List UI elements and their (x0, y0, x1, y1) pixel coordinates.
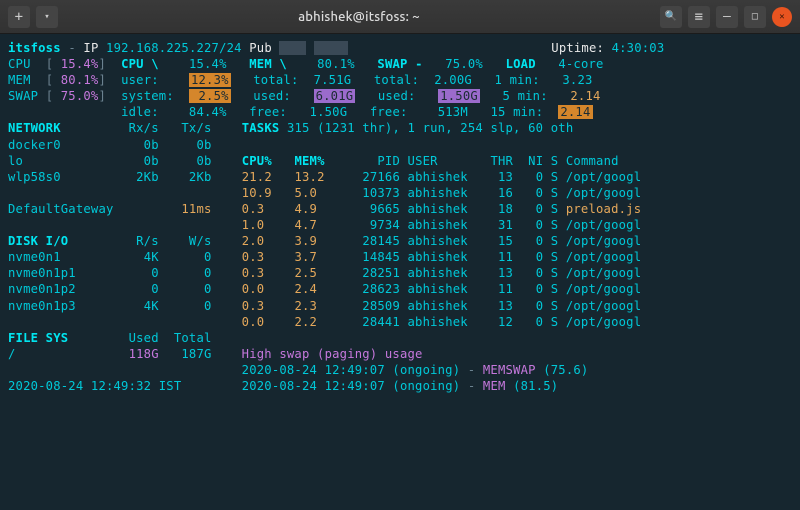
terminal-area[interactable]: itsfoss - IP 192.168.225.227/24 Pub Upti… (0, 34, 800, 510)
terminal-line: 0.0 2.2 28441 abhishek 12 0 S /opt/googl (8, 314, 792, 330)
terminal-line: SWAP [ 75.0%] system: 2.5% used: 6.01G u… (8, 88, 792, 104)
terminal-line: 10.9 5.0 10373 abhishek 16 0 S /opt/goog… (8, 185, 792, 201)
terminal-line: wlp58s0 2Kb 2Kb 21.2 13.2 27166 abhishek… (8, 169, 792, 185)
menu-button[interactable] (688, 6, 710, 28)
terminal-line: nvme0n1p3 4K 0 0.3 2.3 28509 abhishek 13… (8, 298, 792, 314)
terminal-line: itsfoss - IP 192.168.225.227/24 Pub Upti… (8, 40, 792, 56)
window-title: abhishek@itsfoss: ~ (58, 10, 660, 24)
terminal-line: DISK I/O R/s W/s 2.0 3.9 28145 abhishek … (8, 233, 792, 249)
terminal-line: DefaultGateway 11ms 0.3 4.9 9665 abhishe… (8, 201, 792, 217)
terminal-line: 2020-08-24 12:49:07 (ongoing) - MEMSWAP … (8, 362, 792, 378)
terminal-line: NETWORK Rx/s Tx/s TASKS 315 (1231 thr), … (8, 120, 792, 136)
terminal-line: nvme0n1p1 0 0 0.3 2.5 28251 abhishek 13 … (8, 265, 792, 281)
minimize-button[interactable] (716, 6, 738, 28)
terminal-line: MEM [ 80.1%] user: 12.3% total: 7.51G to… (8, 72, 792, 88)
window-titlebar: abhishek@itsfoss: ~ (0, 0, 800, 34)
terminal-line: CPU [ 15.4%] CPU \ 15.4% MEM \ 80.1% SWA… (8, 56, 792, 72)
terminal-line: docker0 0b 0b (8, 137, 792, 153)
terminal-line: idle: 84.4% free: 1.50G free: 513M 15 mi… (8, 104, 792, 120)
tab-dropdown-button[interactable] (36, 6, 58, 28)
terminal-line: nvme0n1p2 0 0 0.0 2.4 28623 abhishek 11 … (8, 281, 792, 297)
terminal-line: FILE SYS Used Total (8, 330, 792, 346)
restore-button[interactable] (744, 6, 766, 28)
search-button[interactable] (660, 6, 682, 28)
new-tab-button[interactable] (8, 6, 30, 28)
terminal-line: lo 0b 0b CPU% MEM% PID USER THR NI S Com… (8, 153, 792, 169)
terminal-line: / 118G 187G High swap (paging) usage (8, 346, 792, 362)
terminal-line: 1.0 4.7 9734 abhishek 31 0 S /opt/googl (8, 217, 792, 233)
terminal-line: nvme0n1 4K 0 0.3 3.7 14845 abhishek 11 0… (8, 249, 792, 265)
close-button[interactable] (772, 7, 792, 27)
terminal-line: 2020-08-24 12:49:32 IST 2020-08-24 12:49… (8, 378, 792, 394)
